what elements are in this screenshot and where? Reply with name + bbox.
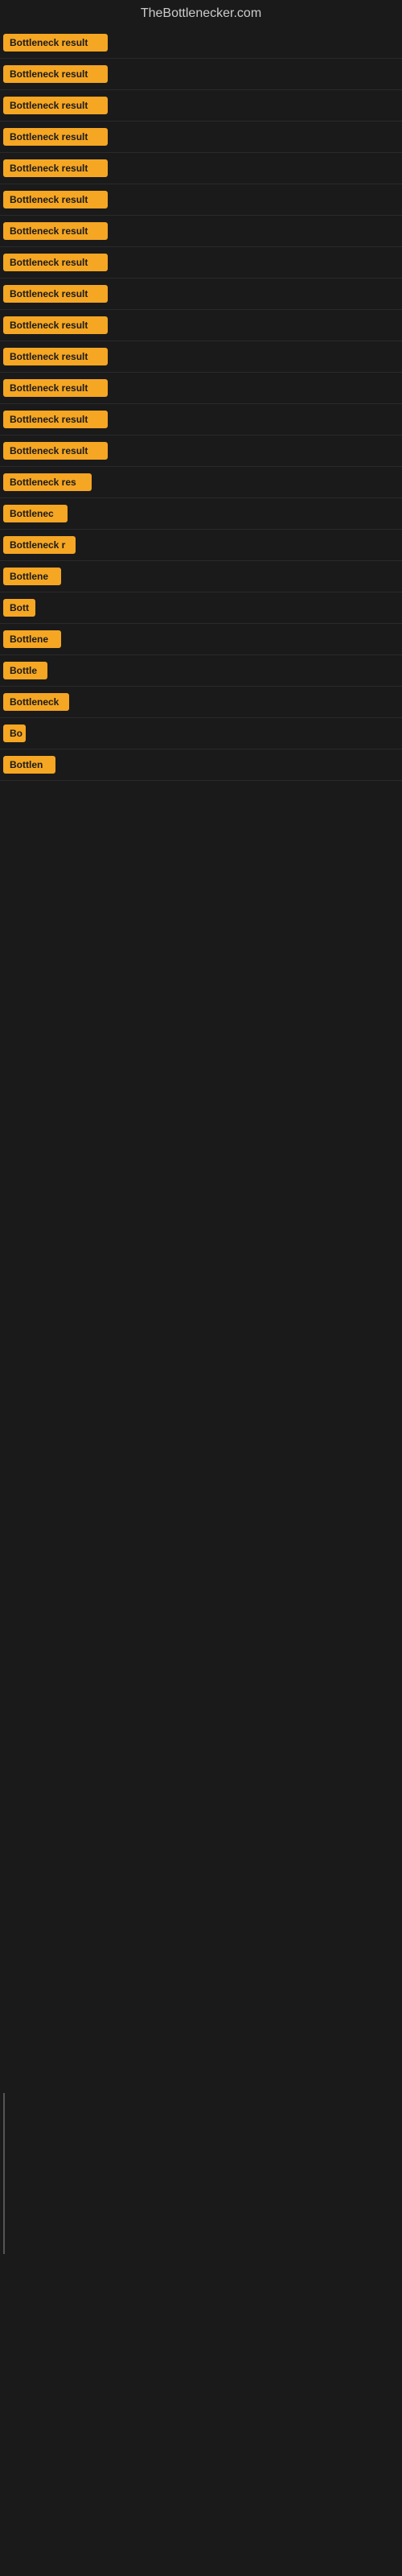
list-item: Bottlene xyxy=(0,561,402,592)
list-item: Bottleneck result xyxy=(0,184,402,216)
list-item: Bottle xyxy=(0,655,402,687)
bottleneck-badge[interactable]: Bottleneck result xyxy=(3,222,108,240)
bottleneck-badge[interactable]: Bottleneck result xyxy=(3,411,108,428)
bottleneck-badge[interactable]: Bottleneck result xyxy=(3,379,108,397)
bottleneck-badge[interactable]: Bottleneck result xyxy=(3,285,108,303)
bottleneck-badge[interactable]: Bottlen xyxy=(3,756,55,774)
list-item: Bottleneck result xyxy=(0,59,402,90)
list-item: Bottleneck result xyxy=(0,310,402,341)
bottleneck-badge[interactable]: Bottlene xyxy=(3,568,61,585)
list-item: Bottleneck result xyxy=(0,247,402,279)
bottleneck-badge[interactable]: Bottleneck result xyxy=(3,316,108,334)
list-item: Bottleneck result xyxy=(0,279,402,310)
list-item: Bott xyxy=(0,592,402,624)
list-item: Bo xyxy=(0,718,402,749)
list-item: Bottleneck result xyxy=(0,27,402,59)
bottleneck-badge[interactable]: Bo xyxy=(3,724,26,742)
bottleneck-badge[interactable]: Bottleneck result xyxy=(3,34,108,52)
list-item: Bottleneck result xyxy=(0,122,402,153)
list-item: Bottleneck result xyxy=(0,90,402,122)
list-item: Bottleneck result xyxy=(0,436,402,467)
vertical-line xyxy=(3,2093,5,2254)
bottleneck-badge[interactable]: Bottle xyxy=(3,662,47,679)
bottleneck-badge[interactable]: Bottleneck result xyxy=(3,97,108,114)
list-item: Bottleneck result xyxy=(0,216,402,247)
bottleneck-badge[interactable]: Bottleneck result xyxy=(3,65,108,83)
list-item: Bottleneck result xyxy=(0,341,402,373)
bottleneck-badge[interactable]: Bottleneck result xyxy=(3,254,108,271)
bottleneck-badge[interactable]: Bottleneck result xyxy=(3,348,108,365)
list-item: Bottleneck res xyxy=(0,467,402,498)
bottleneck-badge[interactable]: Bott xyxy=(3,599,35,617)
list-item: Bottleneck xyxy=(0,687,402,718)
bottleneck-badge[interactable]: Bottleneck result xyxy=(3,191,108,208)
bottleneck-badge[interactable]: Bottleneck r xyxy=(3,536,76,554)
items-list: Bottleneck result Bottleneck result Bottle… xyxy=(0,27,402,781)
bottleneck-badge[interactable]: Bottleneck result xyxy=(3,159,108,177)
list-item: Bottleneck result xyxy=(0,153,402,184)
bottleneck-badge[interactable]: Bottleneck xyxy=(3,693,69,711)
bottleneck-badge[interactable]: Bottleneck res xyxy=(3,473,92,491)
bottleneck-badge[interactable]: Bottleneck result xyxy=(3,442,108,460)
list-item: Bottlene xyxy=(0,624,402,655)
bottleneck-badge[interactable]: Bottlene xyxy=(3,630,61,648)
site-title: TheBottlenecker.com xyxy=(0,0,402,27)
list-item: Bottleneck r xyxy=(0,530,402,561)
bottleneck-badge[interactable]: Bottleneck result xyxy=(3,128,108,146)
list-item: Bottleneck result xyxy=(0,404,402,436)
bottleneck-badge[interactable]: Bottlenec xyxy=(3,505,68,522)
list-item: Bottlenec xyxy=(0,498,402,530)
site-header: TheBottlenecker.com xyxy=(0,0,402,27)
list-item: Bottlen xyxy=(0,749,402,781)
list-item: Bottleneck result xyxy=(0,373,402,404)
